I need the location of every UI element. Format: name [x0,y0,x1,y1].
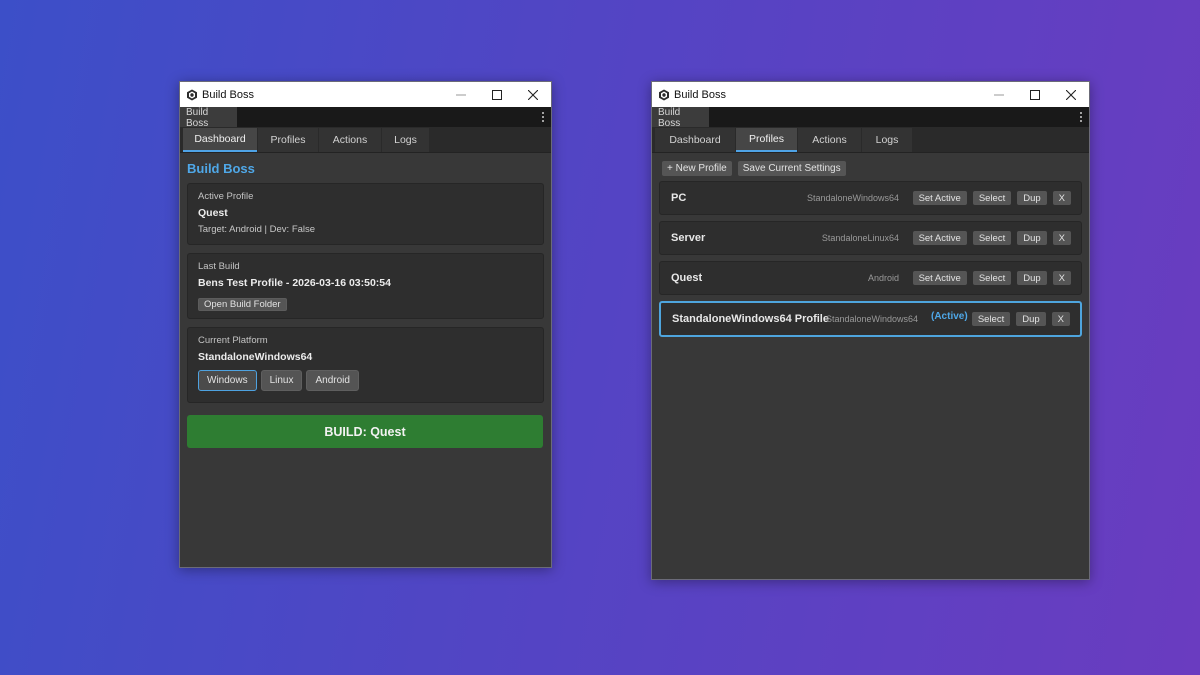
set-active-button[interactable]: Set Active [912,191,967,205]
close-icon[interactable] [1053,82,1089,107]
platform-android-button[interactable]: Android [306,370,359,391]
maximize-icon[interactable] [1017,82,1053,107]
profile-target: Android [867,273,899,283]
maximize-icon[interactable] [479,82,515,107]
build-button[interactable]: BUILD: Quest [187,415,543,448]
profile-target: StandaloneWindows64 [806,193,899,203]
profile-target: StandaloneLinux64 [821,233,899,243]
duplicate-button[interactable]: Dup [1017,231,1047,245]
tab-profiles[interactable]: Profiles [258,128,318,152]
current-platform-value: StandaloneWindows64 [198,351,313,363]
new-profile-button[interactable]: + New Profile [662,161,732,176]
select-button[interactable]: Select [972,191,1012,205]
tab-bar: Dashboard Profiles Actions Logs [652,127,1089,153]
current-platform-card: Current Platform StandaloneWindows64 Win… [187,327,544,403]
unity-logo-icon [658,89,670,101]
platform-windows-button[interactable]: Windows [198,370,257,391]
minimize-icon[interactable] [443,82,479,107]
tab-dashboard[interactable]: Dashboard [655,128,735,152]
active-profile-label: Active Profile [198,191,254,202]
tab-dashboard[interactable]: Dashboard [183,128,257,152]
tab-bar: Dashboard Profiles Actions Logs [180,127,551,153]
active-badge: (Active) [931,311,968,322]
build-boss-window-dashboard: Build Boss Build Boss Dashboard Profiles… [179,81,552,568]
delete-button[interactable]: X [1051,312,1070,326]
close-icon[interactable] [515,82,551,107]
document-tab-bar: Build Boss [180,107,551,129]
window-title: Build Boss [202,88,254,101]
delete-button[interactable]: X [1052,231,1071,245]
tab-logs[interactable]: Logs [382,128,429,152]
document-tab[interactable]: Build Boss [652,107,709,129]
duplicate-button[interactable]: Dup [1017,191,1047,205]
profile-name: Quest [671,272,703,284]
profile-row-server[interactable]: Server StandaloneLinux64 Set Active Sele… [659,221,1082,255]
set-active-button[interactable]: Set Active [912,271,967,285]
last-build-card: Last Build Bens Test Profile - 2026-03-1… [187,253,544,319]
active-profile-card: Active Profile Quest Target: Android | D… [187,183,544,245]
title-bar[interactable]: Build Boss [652,82,1089,107]
set-active-button[interactable]: Set Active [912,231,967,245]
profile-name: Server [671,232,706,244]
profile-name: PC [671,192,687,204]
document-tab-bar: Build Boss [652,107,1089,129]
active-profile-name: Quest [198,207,228,219]
delete-button[interactable]: X [1052,271,1071,285]
panel-title: Build Boss [187,161,255,176]
window-title: Build Boss [674,88,726,101]
duplicate-button[interactable]: Dup [1016,312,1046,326]
select-button[interactable]: Select [972,231,1012,245]
select-button[interactable]: Select [972,271,1012,285]
unity-logo-icon [186,89,198,101]
active-profile-details: Target: Android | Dev: False [198,224,316,235]
profiles-toolbar: + New Profile Save Current Settings [652,153,1089,179]
last-build-value: Bens Test Profile - 2026-03-16 03:50:54 [198,277,391,289]
profile-row-standalonewindows64[interactable]: StandaloneWindows64 Profile StandaloneWi… [659,301,1082,337]
profile-row-quest[interactable]: Quest Android Set Active Select Dup X [659,261,1082,295]
tab-actions[interactable]: Actions [319,128,381,152]
more-options-icon[interactable] [541,110,545,124]
last-build-label: Last Build [198,261,240,272]
profile-name: StandaloneWindows64 Profile [672,313,829,325]
tab-logs[interactable]: Logs [862,128,912,152]
duplicate-button[interactable]: Dup [1017,271,1047,285]
delete-button[interactable]: X [1052,191,1071,205]
platform-button-group: Windows Linux Android [198,370,533,391]
document-tab[interactable]: Build Boss [180,107,237,129]
build-boss-window-profiles: Build Boss Build Boss Dashboard Profiles… [651,81,1090,580]
open-build-folder-button[interactable]: Open Build Folder [198,298,287,311]
profile-row-pc[interactable]: PC StandaloneWindows64 Set Active Select… [659,181,1082,215]
tab-profiles[interactable]: Profiles [736,128,797,152]
save-current-settings-button[interactable]: Save Current Settings [737,161,846,176]
select-button[interactable]: Select [971,312,1011,326]
profile-target: StandaloneWindows64 [826,314,919,324]
tab-actions[interactable]: Actions [798,128,861,152]
minimize-icon[interactable] [981,82,1017,107]
title-bar[interactable]: Build Boss [180,82,551,107]
more-options-icon[interactable] [1079,110,1083,124]
platform-linux-button[interactable]: Linux [260,370,303,391]
current-platform-label: Current Platform [198,335,268,346]
